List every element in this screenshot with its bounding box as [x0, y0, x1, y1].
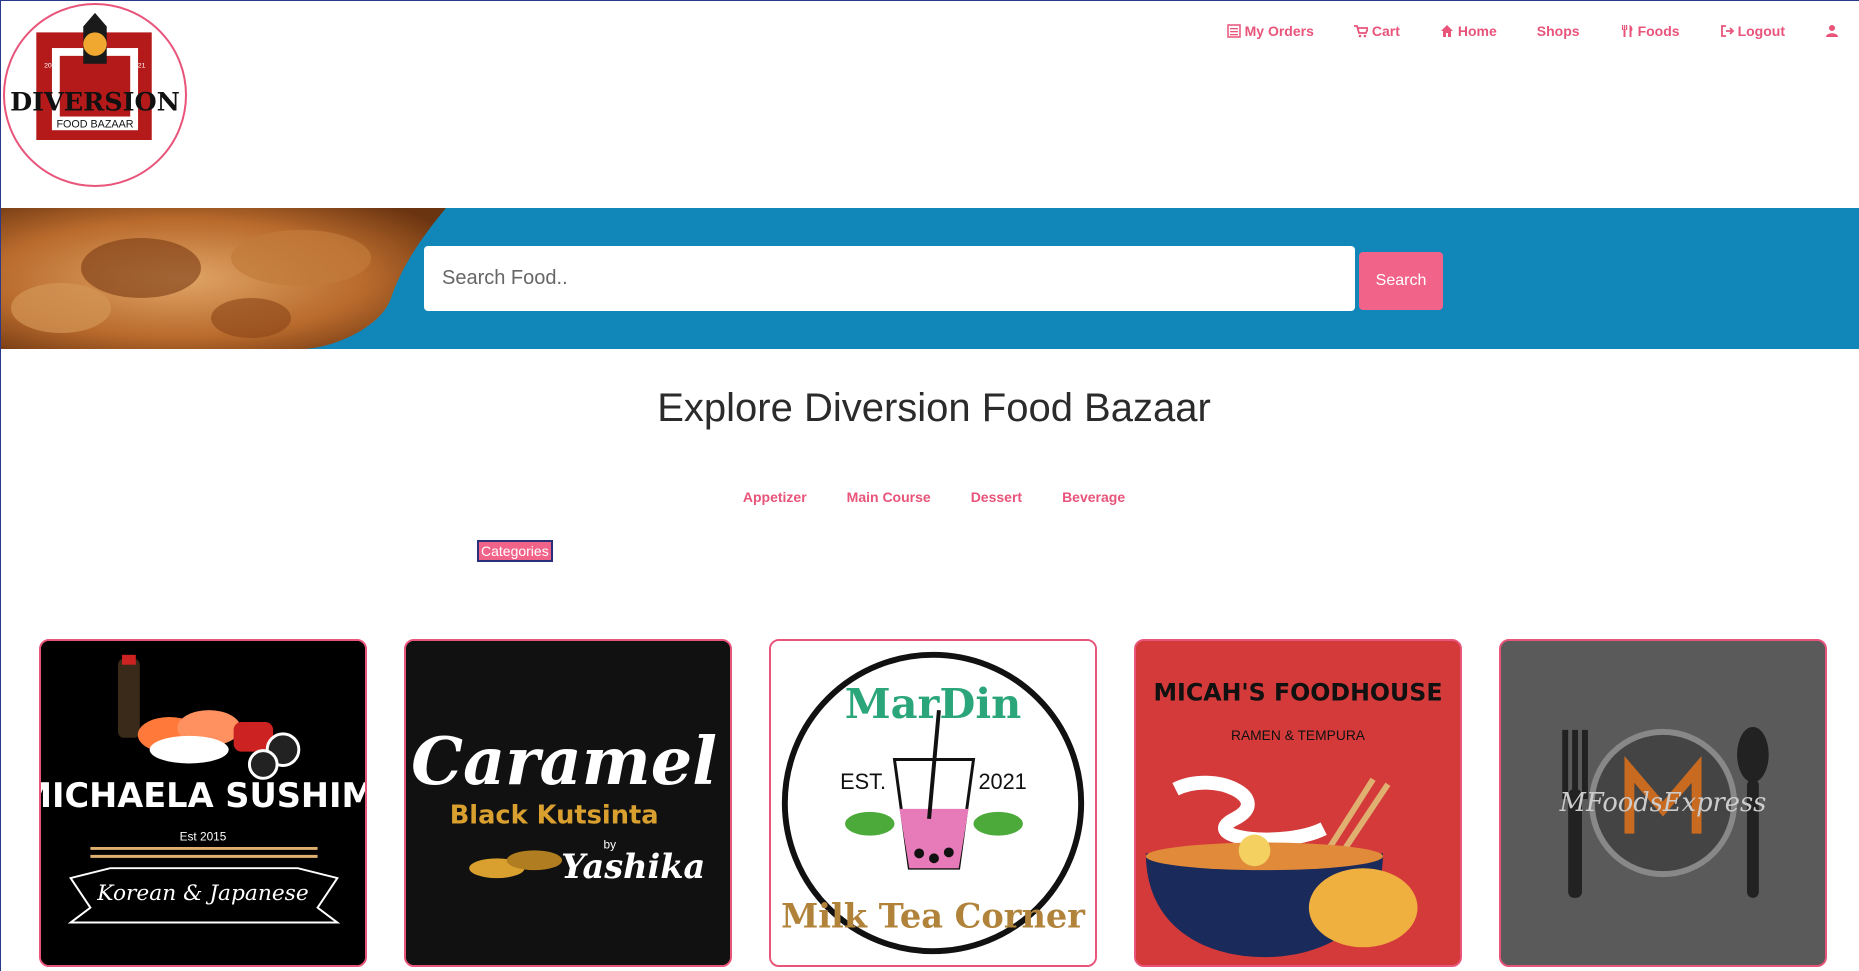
svg-text:2021: 2021: [44, 63, 59, 70]
cart-icon: [1353, 25, 1368, 38]
shop-card-caramel[interactable]: Caramel Black Kutsinta by Yashika: [404, 639, 732, 967]
nav-user[interactable]: [1805, 23, 1859, 39]
nav-cart[interactable]: Cart: [1334, 23, 1420, 39]
svg-text:Black Kutsinta: Black Kutsinta: [450, 801, 659, 831]
nav-shops[interactable]: Shops: [1517, 23, 1600, 39]
svg-text:Caramel: Caramel: [411, 724, 717, 800]
nav-label: My Orders: [1244, 23, 1314, 39]
svg-text:MICHAELA SUSHIMI: MICHAELA SUSHIMI: [41, 776, 365, 815]
fried-food-image: [1, 208, 446, 349]
shop-card-micahs-foodhouse[interactable]: MICAH'S FOODHOUSE RAMEN & TEMPURA: [1134, 639, 1462, 967]
shop-card-mfoodsexpress[interactable]: MFoodsExpress: [1499, 639, 1827, 967]
top-nav: My Orders Cart Home Shops Foods Logout: [1207, 23, 1859, 39]
nav-label: Home: [1457, 23, 1497, 39]
nav-my-orders[interactable]: My Orders: [1207, 23, 1334, 39]
svg-text:DIVERSION: DIVERSION: [10, 87, 180, 117]
svg-text:MFoodsExpress: MFoodsExpress: [1559, 788, 1767, 818]
search-button[interactable]: Search: [1359, 252, 1443, 310]
categories-button[interactable]: Categories: [477, 540, 553, 562]
sushi-logo: MICHAELA SUSHIMI Est 2015 Korean & Japan…: [41, 641, 365, 965]
svg-text:EST.: EST.: [840, 769, 886, 794]
search-input[interactable]: [424, 246, 1355, 311]
nav-home[interactable]: Home: [1420, 23, 1517, 39]
category-beverage[interactable]: Beverage: [1062, 489, 1125, 505]
svg-text:Yashika: Yashika: [561, 846, 705, 886]
nav-label: Cart: [1371, 23, 1400, 39]
utensils-icon: [1621, 25, 1633, 37]
nav-label: Foods: [1637, 23, 1680, 39]
home-icon: [1440, 25, 1453, 37]
nav-label: Shops: [1536, 23, 1580, 39]
svg-text:MarDin: MarDin: [845, 679, 1022, 728]
category-links: Appetizer Main Course Dessert Beverage: [1, 489, 1859, 505]
list-icon: [1226, 24, 1241, 38]
svg-text:2021: 2021: [130, 63, 145, 70]
user-icon: [1826, 25, 1838, 37]
nav-label: Logout: [1737, 23, 1785, 39]
shop-card-michaela-sushimi[interactable]: MICHAELA SUSHIMI Est 2015 Korean & Japan…: [39, 639, 367, 967]
caramel-logo: Caramel Black Kutsinta by Yashika: [406, 641, 730, 965]
svg-text:Milk Tea Corner: Milk Tea Corner: [781, 895, 1086, 935]
logout-icon: [1720, 25, 1734, 37]
nav-logout[interactable]: Logout: [1700, 23, 1805, 39]
shop-card-mardin[interactable]: MarDin EST. 2021 Milk Tea Corner: [769, 639, 1097, 967]
mardin-logo: MarDin EST. 2021 Milk Tea Corner: [771, 641, 1095, 965]
category-main-course[interactable]: Main Course: [847, 489, 931, 505]
category-appetizer[interactable]: Appetizer: [743, 489, 807, 505]
svg-text:FOOD BAZAAR: FOOD BAZAAR: [56, 118, 133, 130]
svg-text:Korean & Japanese: Korean & Japanese: [96, 881, 308, 906]
site-logo[interactable]: 2021 2021 DIVERSION FOOD BAZAAR: [3, 3, 187, 187]
svg-text:MICAH'S FOODHOUSE: MICAH'S FOODHOUSE: [1153, 678, 1442, 706]
svg-text:RAMEN & TEMPURA: RAMEN & TEMPURA: [1231, 727, 1366, 743]
mfoodsexpress-logo: MFoodsExpress: [1501, 641, 1825, 965]
page-title: Explore Diversion Food Bazaar: [657, 386, 1211, 430]
category-dessert[interactable]: Dessert: [971, 489, 1022, 505]
shop-list: MICHAELA SUSHIMI Est 2015 Korean & Japan…: [39, 639, 1827, 967]
nav-foods[interactable]: Foods: [1600, 23, 1700, 39]
svg-text:2021: 2021: [978, 769, 1026, 794]
micahs-logo: MICAH'S FOODHOUSE RAMEN & TEMPURA: [1136, 641, 1460, 965]
svg-text:Est 2015: Est 2015: [180, 830, 227, 844]
